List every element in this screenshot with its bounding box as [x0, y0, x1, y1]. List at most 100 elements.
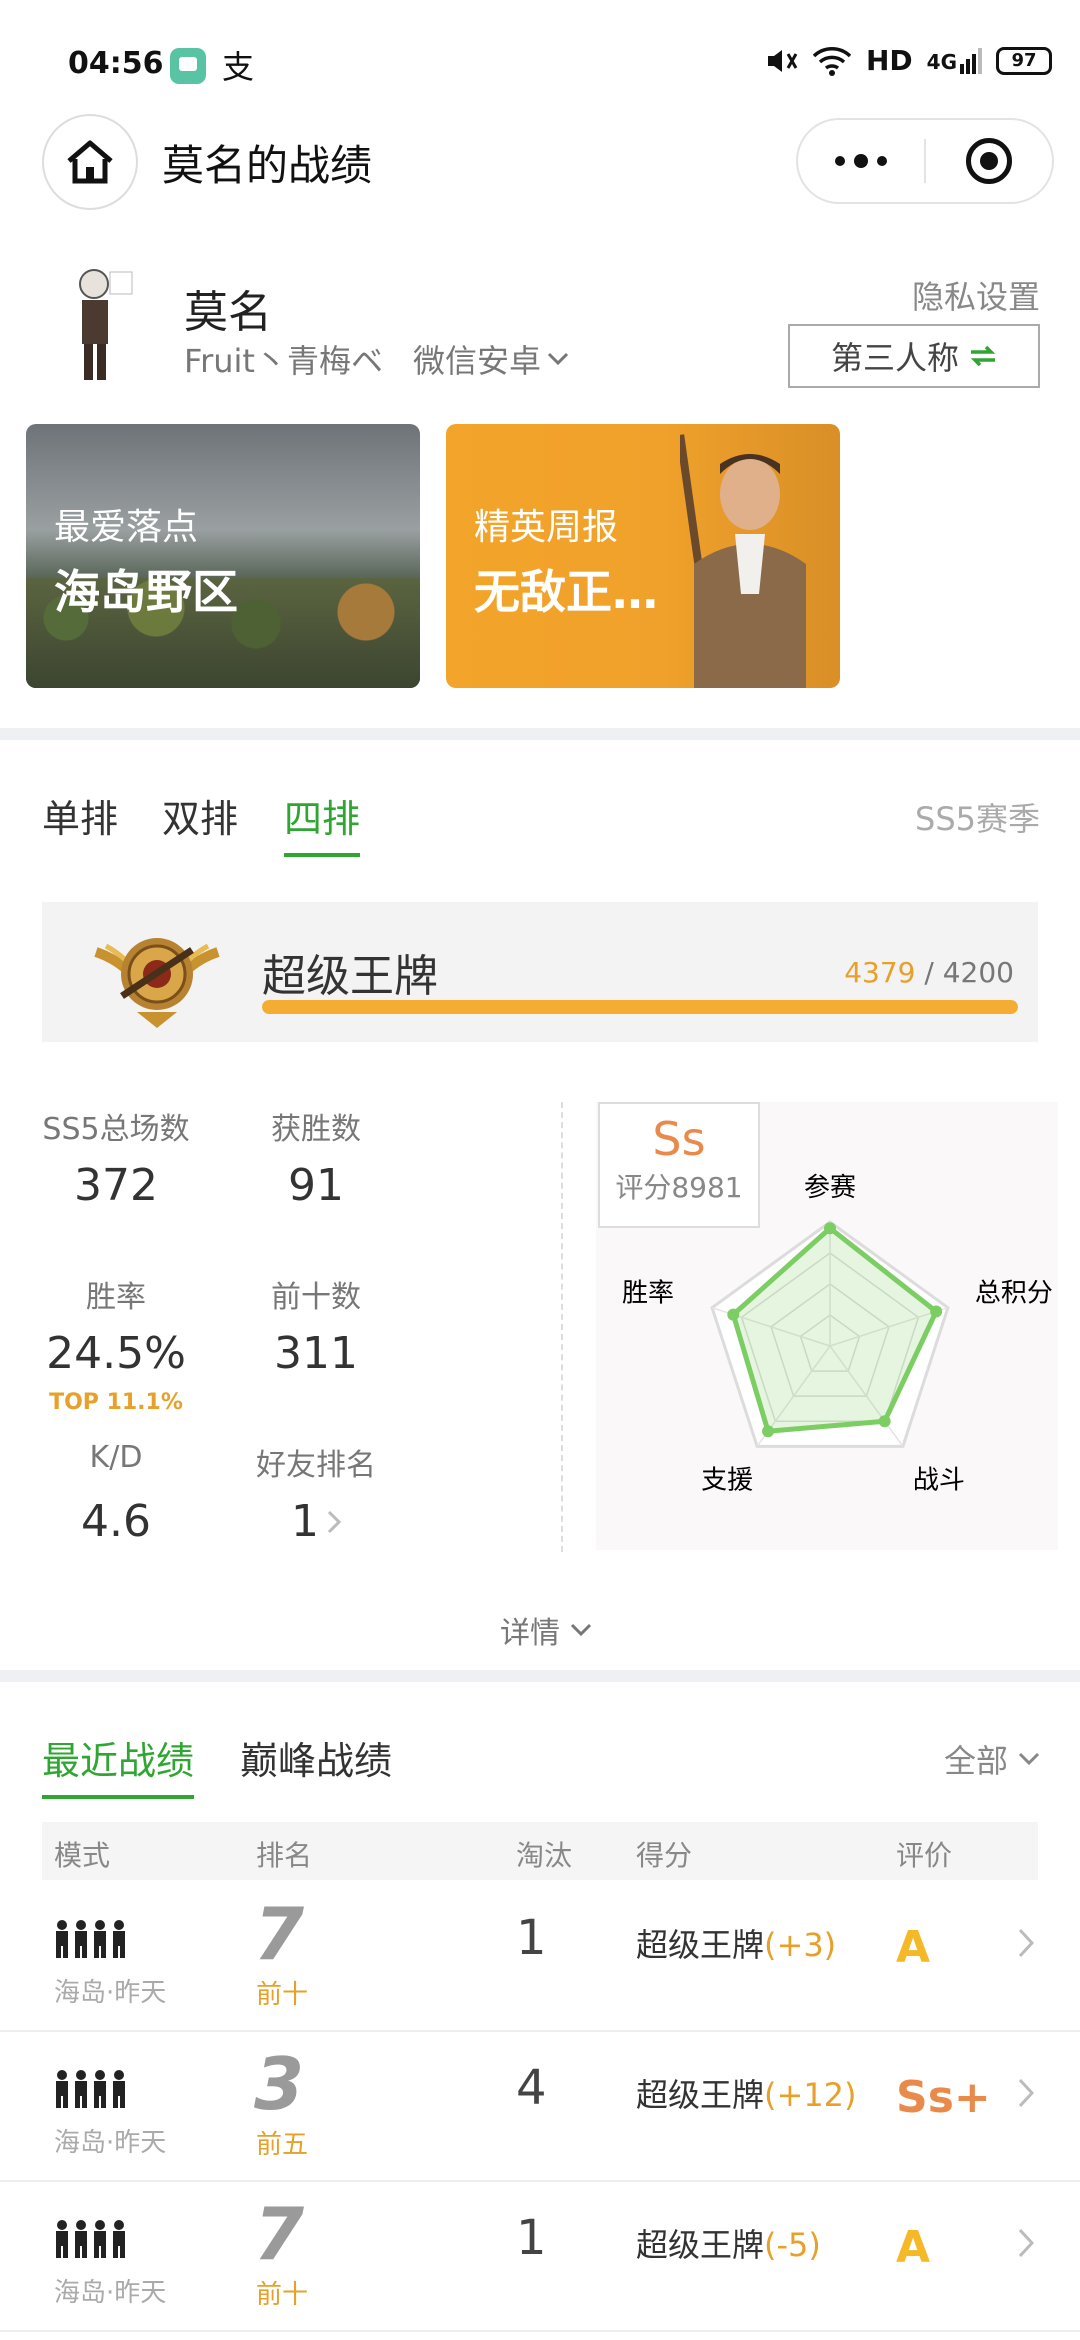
squad-icon: [54, 1920, 127, 1958]
match-mode: 海岛·昨天: [54, 2278, 167, 2308]
platform-select[interactable]: 微信安卓: [413, 336, 569, 382]
match-grade: A: [896, 1922, 931, 1973]
match-rank-tag: 前十: [256, 2280, 309, 2310]
status-icons: HD 4G 97: [760, 44, 1052, 77]
match-rank-tag: 前五: [256, 2130, 309, 2160]
miniprogram-capsule: [796, 118, 1054, 204]
switch-icon: [970, 345, 996, 367]
perspective-toggle-button[interactable]: 第三人称: [788, 324, 1040, 388]
stat-friend-rank-label: 好友排名: [256, 1448, 376, 1483]
rank-score: 4379 / 4200: [844, 956, 1014, 989]
match-row[interactable]: 海岛·昨天 7 前十 1 超级王牌(+3) A: [0, 1882, 1080, 2032]
network-label: HD: [865, 44, 913, 77]
friend-rank-link[interactable]: 1: [216, 1496, 416, 1547]
tab-recent-matches[interactable]: 最近战绩: [42, 1730, 195, 1799]
banner-label: 最爱落点: [54, 507, 199, 548]
season-label[interactable]: SS5赛季: [915, 794, 1040, 840]
stat-total-label: SS5总场数: [42, 1112, 190, 1147]
chevron-right-icon: [1018, 1928, 1034, 1958]
mute-icon: [767, 49, 798, 72]
home-icon: [67, 140, 113, 184]
match-grade: Ss+: [896, 2072, 991, 2123]
close-button[interactable]: [926, 120, 1052, 202]
banner-value: 无敌正…: [474, 565, 658, 619]
alipay-icon: 支: [222, 48, 255, 86]
tab-duo[interactable]: 双排: [162, 788, 238, 843]
tab-squad[interactable]: 四排: [284, 788, 361, 857]
radar-axis-label: 总积分: [975, 1279, 1053, 1309]
stat-top10-value: 311: [274, 1328, 358, 1379]
target-icon: [965, 138, 1012, 184]
match-table-header: 模式 排名 淘汰 得分 评价: [42, 1822, 1038, 1880]
radar-point-3: [762, 1425, 775, 1438]
match-mode: 海岛·昨天: [54, 2128, 167, 2158]
stat-total-value: 372: [74, 1160, 158, 1211]
status-time: 04:56: [68, 46, 164, 81]
rank-badge-icon: [94, 938, 220, 1028]
section-divider: [0, 1670, 1080, 1682]
chevron-down-icon: [1018, 1752, 1040, 1766]
stat-kd-label: K/D: [89, 1440, 143, 1475]
header-grade: 评价: [896, 1839, 953, 1872]
match-score: 超级王牌(-5): [636, 2226, 821, 2264]
battery-icon: 97: [996, 46, 1052, 75]
chevron-down-icon: [570, 1623, 592, 1637]
tab-solo[interactable]: 单排: [42, 788, 118, 843]
chevron-right-icon: [1018, 2228, 1034, 2258]
details-toggle[interactable]: 详情: [500, 1608, 592, 1652]
user-name: 莫名: [184, 287, 272, 338]
header-rank: 排名: [256, 1839, 313, 1872]
chevron-right-icon: [1018, 2078, 1034, 2108]
radar-point-0: [824, 1222, 836, 1235]
match-score: 超级王牌(+3): [636, 1926, 837, 1964]
elite-weekly-banner[interactable]: 精英周报 无敌正…: [446, 424, 840, 688]
rating-grade: Ss: [652, 1112, 706, 1166]
match-score: 超级王牌(+12): [636, 2076, 857, 2114]
stat-top10-label: 前十数: [271, 1280, 361, 1315]
banner-label: 精英周报: [474, 507, 619, 548]
user-nickname: Fruit丶青梅ベ: [184, 342, 383, 380]
match-grade: A: [896, 2222, 931, 2273]
match-row[interactable]: 海岛·昨天 7 前十 1 超级王牌(-5) A: [0, 2182, 1080, 2332]
character-illustration: [680, 434, 806, 688]
radar-axis-label: 支援: [701, 1465, 753, 1495]
privacy-settings-link[interactable]: 隐私设置: [912, 272, 1040, 318]
stat-wins-value: 91: [288, 1160, 344, 1211]
squad-icon: [54, 2070, 127, 2108]
match-filter-select[interactable]: 全部: [944, 1736, 1040, 1782]
match-rank-tag: 前十: [256, 1980, 309, 2010]
rank-name: 超级王牌: [262, 951, 438, 1002]
message-app-icon: [170, 48, 206, 84]
match-rank: 7: [254, 2192, 305, 2276]
rating-box: Ss 评分8981: [598, 1102, 760, 1228]
header-mode: 模式: [54, 1839, 111, 1872]
match-kills: 1: [516, 1910, 547, 1966]
favorite-drop-banner[interactable]: 最爱落点 海岛野区: [26, 424, 420, 688]
radar-point-4: [727, 1308, 740, 1321]
stat-winrate-top: TOP 11.1%: [49, 1390, 183, 1415]
match-row[interactable]: 海岛·昨天 3 前五 4 超级王牌(+12) Ss+: [0, 2032, 1080, 2182]
stat-kd-value: 4.6: [81, 1496, 151, 1547]
avatar: [79, 269, 133, 380]
banner-value: 海岛野区: [54, 565, 238, 619]
match-kills: 1: [516, 2210, 547, 2266]
chevron-right-icon: [327, 1510, 341, 1533]
page-title: 莫名的战绩: [162, 141, 373, 190]
match-kills: 4: [516, 2060, 547, 2116]
radar-point-2: [878, 1415, 891, 1428]
tab-peak-matches[interactable]: 巅峰战绩: [240, 1730, 392, 1785]
section-divider: [0, 728, 1080, 740]
wifi-icon: [812, 46, 852, 76]
chevron-down-icon: [547, 352, 569, 366]
home-button[interactable]: [42, 114, 138, 210]
stat-winrate-value: 24.5%: [46, 1328, 186, 1379]
radar-axis-label: 参赛: [804, 1173, 856, 1203]
match-mode: 海岛·昨天: [54, 1978, 167, 2008]
stat-wins-label: 获胜数: [271, 1112, 361, 1147]
rank-progress-bar: [262, 1000, 1018, 1014]
match-rank: 3: [254, 2042, 305, 2126]
signal-icon: 4G: [927, 47, 982, 74]
stat-winrate-label: 胜率: [86, 1280, 146, 1315]
more-button[interactable]: [798, 120, 924, 202]
radar-point-1: [930, 1305, 943, 1318]
